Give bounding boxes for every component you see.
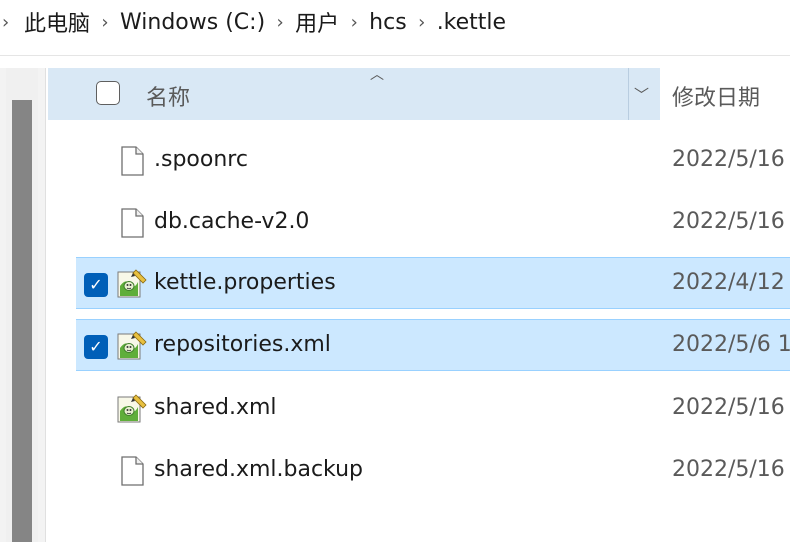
file-row[interactable]: ✓ repositories.xml 2022/5/6 1 [76, 319, 790, 371]
file-date-modified: 2022/5/16 [672, 457, 785, 482]
file-row[interactable]: .spoonrc 2022/5/16 [76, 135, 790, 187]
file-name: kettle.properties [154, 270, 336, 295]
file-row[interactable]: shared.xml 2022/5/16 [76, 383, 790, 435]
name-column-label: 名称 [146, 86, 191, 111]
toolbar-divider [0, 55, 790, 56]
document-icon [116, 145, 148, 177]
file-name: repositories.xml [154, 332, 331, 357]
file-date-modified: 2022/4/12 [672, 270, 785, 295]
file-name: shared.xml [154, 395, 277, 420]
breadcrumb-item-windows-c[interactable]: Windows (C:) [118, 10, 267, 35]
document-icon [116, 207, 148, 239]
file-name: .spoonrc [154, 147, 248, 172]
chevron-right-icon[interactable]: › [409, 12, 435, 33]
file-row[interactable]: shared.xml.backup 2022/5/16 [76, 445, 790, 497]
file-row[interactable]: db.cache-v2.0 2022/5/16 [76, 197, 790, 249]
chevron-right-icon[interactable]: › [92, 12, 118, 33]
file-name: db.cache-v2.0 [154, 209, 310, 234]
column-separator[interactable] [628, 68, 629, 120]
kettle-properties-icon [116, 268, 148, 300]
sort-ascending-icon: ︿ [370, 67, 384, 83]
kettle-properties-icon [116, 393, 148, 425]
chevron-right-icon[interactable]: › [0, 12, 22, 33]
chevron-right-icon[interactable]: › [267, 12, 293, 33]
file-date-modified: 2022/5/6 1 [672, 332, 790, 357]
nav-scrollbar-thumb[interactable] [12, 100, 32, 542]
pane-divider [45, 68, 46, 542]
document-icon [116, 455, 148, 487]
row-checkbox-checked[interactable]: ✓ [84, 273, 108, 297]
breadcrumb-item-hcs[interactable]: hcs [367, 10, 409, 35]
chevron-down-icon[interactable]: ﹀ [634, 84, 649, 105]
file-date-modified: 2022/5/16 [672, 395, 785, 420]
chevron-right-icon[interactable]: › [341, 12, 367, 33]
file-date-modified: 2022/5/16 [672, 147, 785, 172]
row-checkbox-checked[interactable]: ✓ [84, 335, 108, 359]
breadcrumb: › 此电脑 › Windows (C:) › 用户 › hcs › .kettl… [0, 0, 790, 44]
breadcrumb-item-kettle[interactable]: .kettle [435, 10, 508, 35]
column-header-name[interactable]: ︿ 名称 ﹀ [48, 67, 660, 120]
select-all-checkbox[interactable] [96, 81, 120, 105]
breadcrumb-item-users[interactable]: 用户 [293, 6, 341, 38]
column-header-date-modified[interactable]: 修改日期 [672, 80, 760, 112]
breadcrumb-item-this-pc[interactable]: 此电脑 [22, 6, 92, 38]
file-date-modified: 2022/5/16 [672, 209, 785, 234]
kettle-properties-icon [116, 330, 148, 362]
file-row[interactable]: ✓ kettle.properties 2022/4/12 [76, 257, 790, 309]
file-name: shared.xml.backup [154, 457, 364, 482]
